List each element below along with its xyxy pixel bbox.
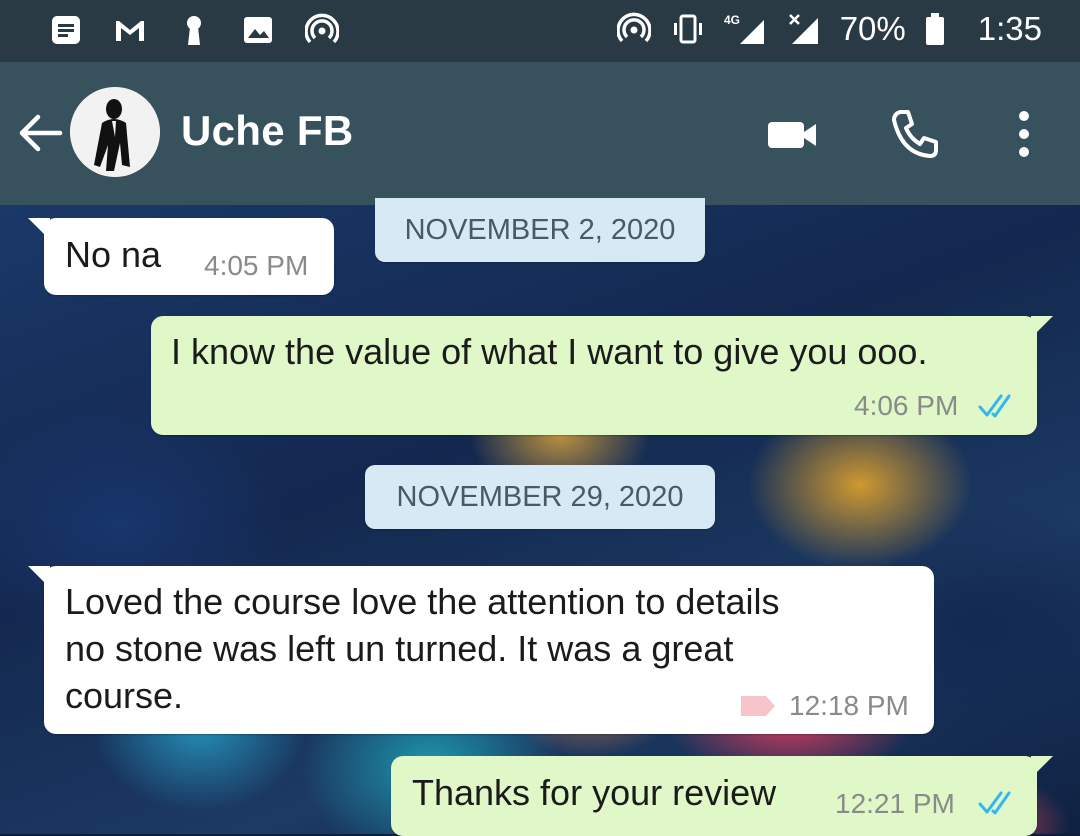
message-text-line: Loved the course love the attention to d… [65, 581, 780, 622]
voice-call-icon[interactable] [888, 106, 944, 162]
message-text: No na [65, 234, 162, 275]
hotspot-icon [616, 11, 652, 47]
date-separator: NOVEMBER 2, 2020 [375, 198, 705, 262]
status-bar: 4G 70% 1:35 [0, 0, 1080, 62]
message-text-line: course. [65, 675, 184, 716]
back-arrow-icon[interactable] [18, 110, 64, 156]
signal-no-service-icon [786, 11, 822, 47]
vibrate-icon [670, 11, 706, 47]
bubble-tail [28, 218, 50, 240]
image-icon [240, 12, 276, 48]
video-call-icon[interactable] [764, 106, 820, 162]
message-time: 12:21 PM [835, 788, 955, 819]
hotspot-icon [304, 12, 340, 48]
message-text-line: no stone was left un turned. It was a gr… [65, 628, 734, 669]
message-bubble-incoming[interactable]: No na 4:05 PM [28, 218, 334, 295]
message-text: Thanks for your review [412, 772, 777, 813]
pink-sticker-icon [741, 696, 775, 716]
message-time: 4:06 PM [854, 390, 959, 421]
read-receipt-icon [978, 394, 1011, 418]
bubble-tail [28, 566, 50, 588]
message-bubble-incoming[interactable]: Loved the course love the attention to d… [28, 566, 934, 734]
battery-percentage: 70% [839, 10, 906, 47]
svg-text:4G: 4G [724, 13, 740, 27]
chat-toolbar: Uche FB [0, 62, 1080, 205]
signal-4g-icon: 4G [724, 11, 768, 47]
battery-icon [924, 11, 946, 47]
message-time: 12:18 PM [789, 690, 909, 721]
gmail-icon [112, 12, 148, 48]
notes-icon [48, 12, 84, 48]
keyhole-icon [176, 12, 212, 48]
clock: 1:35 [977, 10, 1042, 47]
avatar[interactable] [70, 87, 160, 177]
message-text: I know the value of what I want to give … [171, 331, 928, 372]
message-bubble-outgoing[interactable]: I know the value of what I want to give … [151, 316, 1053, 435]
more-options-icon[interactable] [996, 106, 1052, 162]
message-bubble-outgoing[interactable]: Thanks for your review 12:21 PM [391, 756, 1053, 836]
date-label: NOVEMBER 29, 2020 [396, 481, 684, 513]
read-receipt-icon [978, 791, 1011, 815]
date-label: NOVEMBER 2, 2020 [404, 214, 676, 246]
contact-name[interactable]: Uche FB [181, 107, 353, 155]
bubble-tail [1031, 756, 1053, 778]
message-time: 4:05 PM [204, 250, 309, 281]
bubble-tail [1031, 316, 1053, 338]
date-separator: NOVEMBER 29, 2020 [365, 465, 715, 529]
